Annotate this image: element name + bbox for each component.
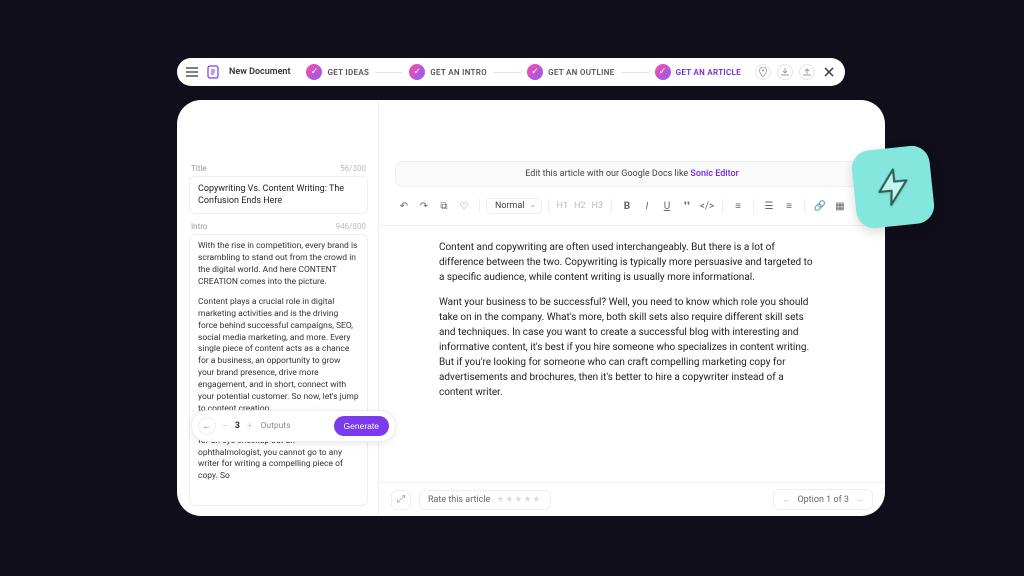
h3-button[interactable]: H3 xyxy=(590,201,605,211)
intro-section-head: Intro 946/800 xyxy=(191,222,366,231)
doc-icon xyxy=(205,64,221,80)
generate-button[interactable]: Generate xyxy=(334,416,389,436)
step-ideas[interactable]: ✓ GET IDEAS xyxy=(306,64,369,80)
sonic-editor-banner[interactable]: Edit this article with our Google Docs l… xyxy=(395,161,869,187)
intro-input[interactable]: With the rise in competition, every bran… xyxy=(189,234,368,506)
title-char-count: 56/300 xyxy=(340,164,366,173)
location-icon[interactable] xyxy=(755,64,771,80)
pager-label: Option 1 of 3 xyxy=(797,495,849,505)
rate-article[interactable]: Rate this article ★★★★★ xyxy=(419,490,551,510)
code-icon[interactable]: </> xyxy=(698,197,716,215)
align-icon[interactable]: ≡ xyxy=(729,197,747,215)
banner-text: Edit this article with our Google Docs l… xyxy=(525,169,690,179)
redo-icon[interactable]: ↷ xyxy=(415,197,433,215)
h2-button[interactable]: H2 xyxy=(572,201,587,211)
step-intro[interactable]: ✓ GET AN INTRO xyxy=(409,64,487,80)
download-icon[interactable] xyxy=(777,64,793,80)
format-select[interactable]: Normal xyxy=(486,198,542,214)
expand-icon[interactable]: ⤢ xyxy=(391,490,411,510)
title-input[interactable]: Copywriting Vs. Content Writing: The Con… xyxy=(189,176,368,214)
step-label: GET AN INTRO xyxy=(430,68,487,77)
intro-paragraph: With the rise in competition, every bran… xyxy=(198,241,359,289)
underline-button[interactable]: U xyxy=(658,197,676,215)
close-icon[interactable] xyxy=(821,64,837,80)
prev-arrow-icon[interactable]: ← xyxy=(782,494,791,505)
check-icon: ✓ xyxy=(306,64,322,80)
article-paragraph: Want your business to be successful? Wel… xyxy=(439,295,815,400)
separator xyxy=(611,199,612,213)
bullet-list-icon[interactable]: ☰ xyxy=(760,197,778,215)
numbered-list-icon[interactable]: ≡ xyxy=(780,197,798,215)
menu-icon[interactable] xyxy=(185,65,199,79)
separator xyxy=(804,199,805,213)
editor-footer: ⤢ Rate this article ★★★★★ ← Option 1 of … xyxy=(379,482,885,516)
step-article[interactable]: ✓ GET AN ARTICLE xyxy=(655,64,741,80)
check-icon: ✓ xyxy=(655,64,671,80)
heart-icon[interactable]: ♡ xyxy=(455,197,473,215)
progress-steps: ✓ GET IDEAS ✓ GET AN INTRO ✓ GET AN OUTL… xyxy=(306,64,741,80)
separator xyxy=(753,199,754,213)
doc-title[interactable]: New Document xyxy=(229,67,290,77)
step-label: GET AN OUTLINE xyxy=(548,68,614,77)
step-connector xyxy=(493,72,521,73)
minus-icon[interactable]: − xyxy=(220,421,230,432)
separator xyxy=(548,199,549,213)
intro-char-count: 946/800 xyxy=(336,222,366,231)
top-bar: New Document ✓ GET IDEAS ✓ GET AN INTRO … xyxy=(177,58,845,86)
copy-icon[interactable]: ⧉ xyxy=(435,197,453,215)
editor-toolbar: ↶ ↷ ⧉ ♡ Normal H1 H2 H3 B I U ❜❜ </> ≡ ☰… xyxy=(379,197,885,226)
italic-button[interactable]: I xyxy=(638,197,656,215)
article-paragraph: Content and copywriting are often used i… xyxy=(439,240,815,285)
step-connector xyxy=(621,72,649,73)
plus-icon[interactable]: + xyxy=(245,421,255,432)
link-icon[interactable]: 🔗 xyxy=(811,197,829,215)
separator xyxy=(479,199,480,213)
option-pager: ← Option 1 of 3 → xyxy=(773,489,873,510)
step-connector xyxy=(375,72,403,73)
intro-label: Intro xyxy=(191,222,207,231)
undo-icon[interactable]: ↶ xyxy=(395,197,413,215)
share-icon[interactable] xyxy=(799,64,815,80)
check-icon: ✓ xyxy=(409,64,425,80)
quote-icon[interactable]: ❜❜ xyxy=(678,197,696,215)
generate-pill: ← − 3 + Outputs Generate xyxy=(191,410,396,442)
h1-button[interactable]: H1 xyxy=(555,201,570,211)
sonic-editor-link[interactable]: Sonic Editor xyxy=(690,169,738,179)
back-arrow-icon[interactable]: ← xyxy=(198,417,216,435)
article-column: Edit this article with our Google Docs l… xyxy=(379,100,885,516)
separator xyxy=(722,199,723,213)
outputs-stepper[interactable]: − 3 + xyxy=(220,421,255,432)
lightning-badge xyxy=(850,144,936,230)
grid-icon[interactable]: ▦ xyxy=(831,197,849,215)
step-label: GET IDEAS xyxy=(327,68,369,77)
article-body[interactable]: Content and copywriting are often used i… xyxy=(379,226,885,482)
check-icon: ✓ xyxy=(527,64,543,80)
rate-label: Rate this article xyxy=(428,495,490,505)
sidebar: Title 56/300 Copywriting Vs. Content Wri… xyxy=(177,100,379,516)
outputs-label: Outputs xyxy=(261,421,291,431)
title-label: Title xyxy=(191,164,207,173)
outputs-count: 3 xyxy=(232,421,243,431)
lightning-icon xyxy=(870,164,916,210)
intro-paragraph: Content plays a crucial role in digital … xyxy=(198,297,359,416)
step-label: GET AN ARTICLE xyxy=(676,68,741,77)
topbar-controls xyxy=(755,64,837,80)
stars-icon[interactable]: ★★★★★ xyxy=(496,495,541,505)
title-section-head: Title 56/300 xyxy=(191,164,366,173)
step-outline[interactable]: ✓ GET AN OUTLINE xyxy=(527,64,614,80)
main-panel: Title 56/300 Copywriting Vs. Content Wri… xyxy=(177,100,885,516)
bold-button[interactable]: B xyxy=(618,197,636,215)
next-arrow-icon[interactable]: → xyxy=(855,494,864,505)
